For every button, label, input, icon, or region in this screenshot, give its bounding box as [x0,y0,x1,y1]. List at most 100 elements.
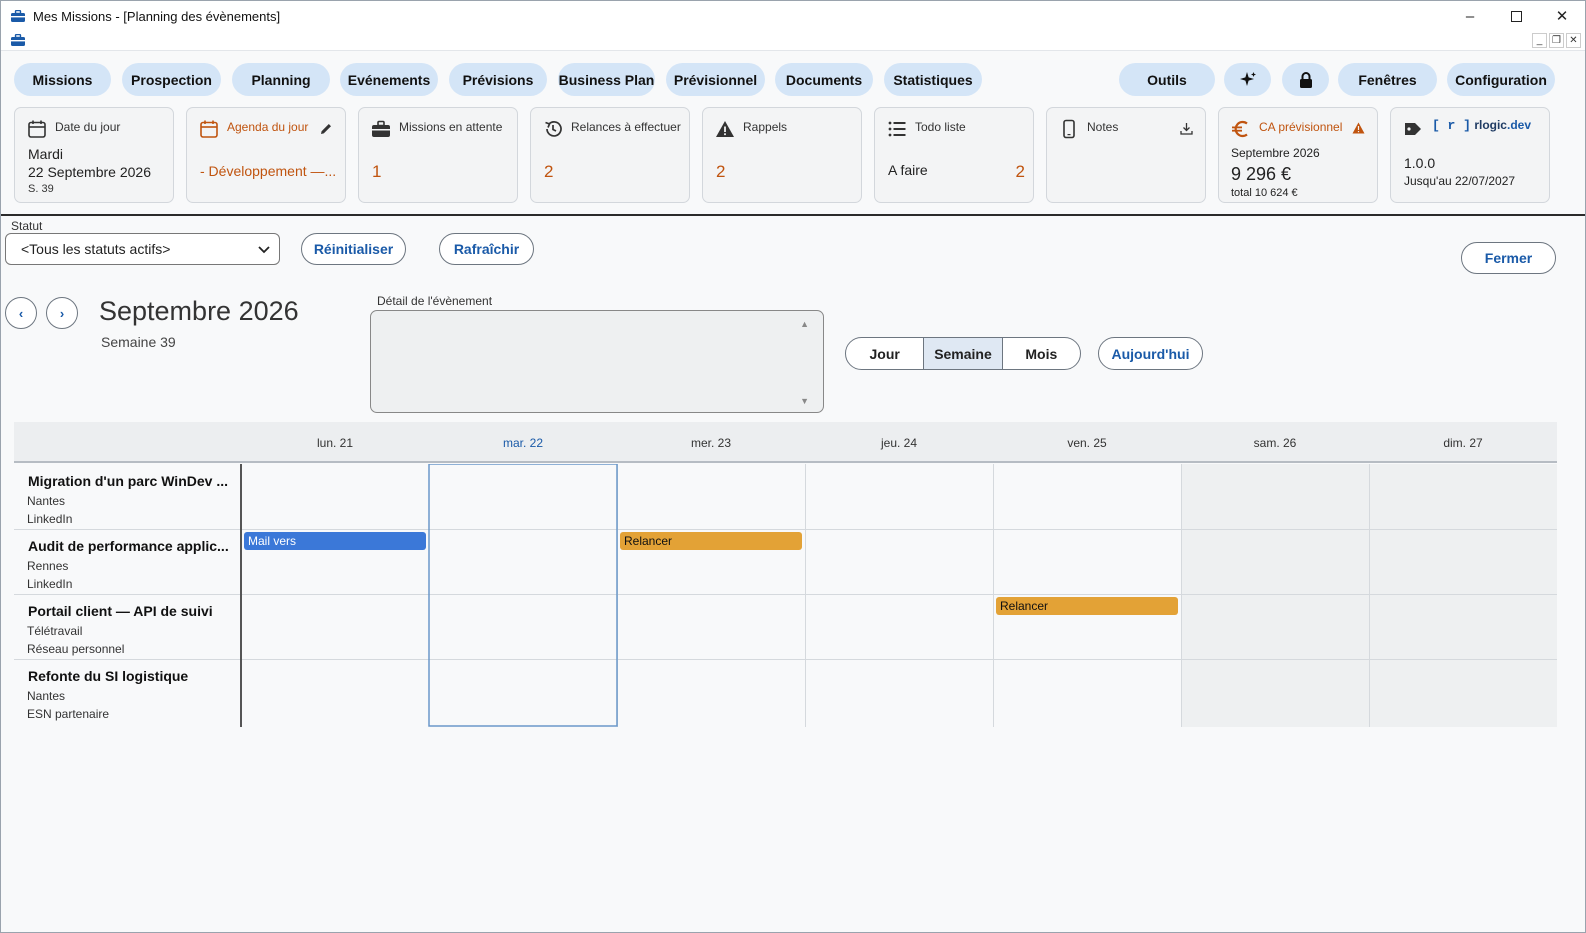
phone-icon [1063,119,1075,139]
mdi-minimize-button[interactable]: _ [1532,33,1547,48]
card-notes[interactable]: Notes [1046,107,1206,203]
mission-row[interactable]: Migration d'un parc WinDev ... Nantes Li… [14,464,241,529]
nav-previsions[interactable]: Prévisions [449,63,547,96]
mission-row[interactable]: Refonte du SI logistique Nantes ESN part… [14,659,241,724]
card-missions-attente[interactable]: Missions en attente 1 [358,107,518,203]
view-month-button[interactable]: Mois [1003,338,1080,369]
card-label: Notes [1087,120,1119,134]
card-week: S. 39 [28,183,54,195]
mission-row[interactable]: Portail client — API de suivi Télétravai… [14,594,241,659]
card-ca-previsionnel[interactable]: CA prévisionnel Septembre 2026 9 296 € t… [1218,107,1378,203]
card-value: 2 [1015,162,1025,181]
card-until: Jusqu'au 22/07/2027 [1404,174,1516,188]
card-todo[interactable]: Todo liste A faire 2 [874,107,1034,203]
card-label: Missions en attente [399,120,503,134]
dashboard-cards: Date du jour Mardi 22 Septembre 2026 S. … [1,107,1585,203]
next-period-button[interactable]: › [46,297,78,329]
sparkle-icon [1239,71,1256,86]
event-relancer[interactable]: Relancer [620,532,802,550]
day-header: ven. 25 [1067,436,1107,450]
history-icon [545,121,562,137]
scroll-up-icon[interactable]: ▲ [800,319,809,329]
lock-button[interactable] [1282,63,1329,96]
nav-statistiques[interactable]: Statistiques [884,63,982,96]
chevron-down-icon [258,246,270,254]
minimize-button[interactable]: – [1447,1,1493,31]
card-date-du-jour[interactable]: Date du jour Mardi 22 Septembre 2026 S. … [14,107,174,203]
brand-logo: [ r ] rlogic.dev [1431,118,1531,133]
maximize-button[interactable] [1493,1,1539,31]
mission-city: Nantes [27,689,66,703]
day-header: jeu. 24 [880,436,918,450]
mdi-close-button[interactable]: ✕ [1566,33,1581,48]
mission-row[interactable]: Audit de performance applic... Rennes Li… [14,529,241,594]
view-day-button[interactable]: Jour [846,338,925,369]
briefcase-icon [372,120,390,137]
event-mail-vers[interactable]: Mail vers [244,532,426,550]
mission-source: LinkedIn [27,577,73,591]
separator [1,214,1585,216]
card-rappels[interactable]: Rappels 2 [702,107,862,203]
nav-prospection[interactable]: Prospection [122,63,221,96]
day-header-today: mar. 22 [502,436,544,450]
title-bar: Mes Missions - [Planning des évènements]… [1,1,1585,31]
mission-source: Réseau personnel [27,642,125,656]
reset-button[interactable]: Réinitialiser [301,233,406,265]
mdi-bar: _ ❐ ✕ [1,31,1585,51]
grid-header: lun. 21 mar. 22 mer. 23 jeu. 24 ven. 25 … [14,422,1557,463]
warning-icon [716,121,734,137]
week-grid: lun. 21 mar. 22 mer. 23 jeu. 24 ven. 25 … [14,422,1557,727]
nav-outils[interactable]: Outils [1119,63,1215,96]
grid-lines [14,464,1557,727]
mission-source: LinkedIn [27,512,73,526]
scroll-down-icon[interactable]: ▼ [800,396,809,406]
mission-city: Nantes [27,494,66,508]
event-relancer[interactable]: Relancer [996,597,1178,615]
event-detail-label: Détail de l'évènement [377,294,493,308]
today-button[interactable]: Aujourd'hui [1098,337,1203,370]
close-button[interactable]: Fermer [1461,242,1556,274]
event-detail-box[interactable]: ▲ ▼ [370,310,824,413]
euro-icon [1232,120,1248,138]
nav-business-plan[interactable]: Business Plan [558,63,655,96]
lock-icon [1299,71,1312,88]
maximize-icon [1510,10,1522,22]
card-relances[interactable]: Relances à effectuer 2 [530,107,690,203]
statut-label: Statut [11,219,43,233]
view-switcher: Jour Semaine Mois [845,337,1081,370]
main-nav: Missions Prospection Planning Evénements… [1,63,1585,96]
ai-sparkle-button[interactable] [1224,63,1271,96]
day-header: mer. 23 [690,436,732,450]
nav-documents[interactable]: Documents [775,63,873,96]
mission-city: Rennes [27,559,69,573]
day-header: dim. 27 [1443,436,1483,450]
download-icon[interactable] [1180,122,1193,135]
nav-previsionnel[interactable]: Prévisionnel [666,63,765,96]
mdi-restore-button[interactable]: ❐ [1549,33,1564,48]
card-label: CA prévisionnel [1259,120,1343,134]
tag-icon [1405,123,1421,135]
card-ca-amount: 9 296 € [1231,164,1292,184]
day-header: sam. 26 [1253,436,1297,450]
refresh-button[interactable]: Rafraîchir [439,233,534,265]
view-week-button[interactable]: Semaine [924,338,1003,369]
card-label: Todo liste [915,120,966,134]
briefcase-icon [11,34,25,46]
card-licence[interactable]: [ r ] rlogic.dev 1.0.0 Jusqu'au 22/07/20… [1390,107,1550,203]
nav-evenements[interactable]: Evénements [340,63,438,96]
nav-missions[interactable]: Missions [14,63,111,96]
nav-planning[interactable]: Planning [232,63,330,96]
nav-fenetres[interactable]: Fenêtres [1338,63,1437,96]
pencil-icon[interactable] [319,122,333,136]
list-icon [888,121,906,137]
prev-period-button[interactable]: ‹ [5,297,37,329]
close-window-button[interactable]: ✕ [1539,1,1585,31]
calendar-week: Semaine 39 [101,334,176,350]
statut-select[interactable]: <Tous les statuts actifs> [5,233,280,265]
mission-title: Refonte du SI logistique [28,668,189,684]
card-value: 1 [372,162,382,181]
nav-configuration[interactable]: Configuration [1447,63,1555,96]
calendar-icon [28,120,46,138]
card-agenda[interactable]: Agenda du jour - Développement —... [186,107,346,203]
mission-title: Migration d'un parc WinDev ... [28,473,228,489]
